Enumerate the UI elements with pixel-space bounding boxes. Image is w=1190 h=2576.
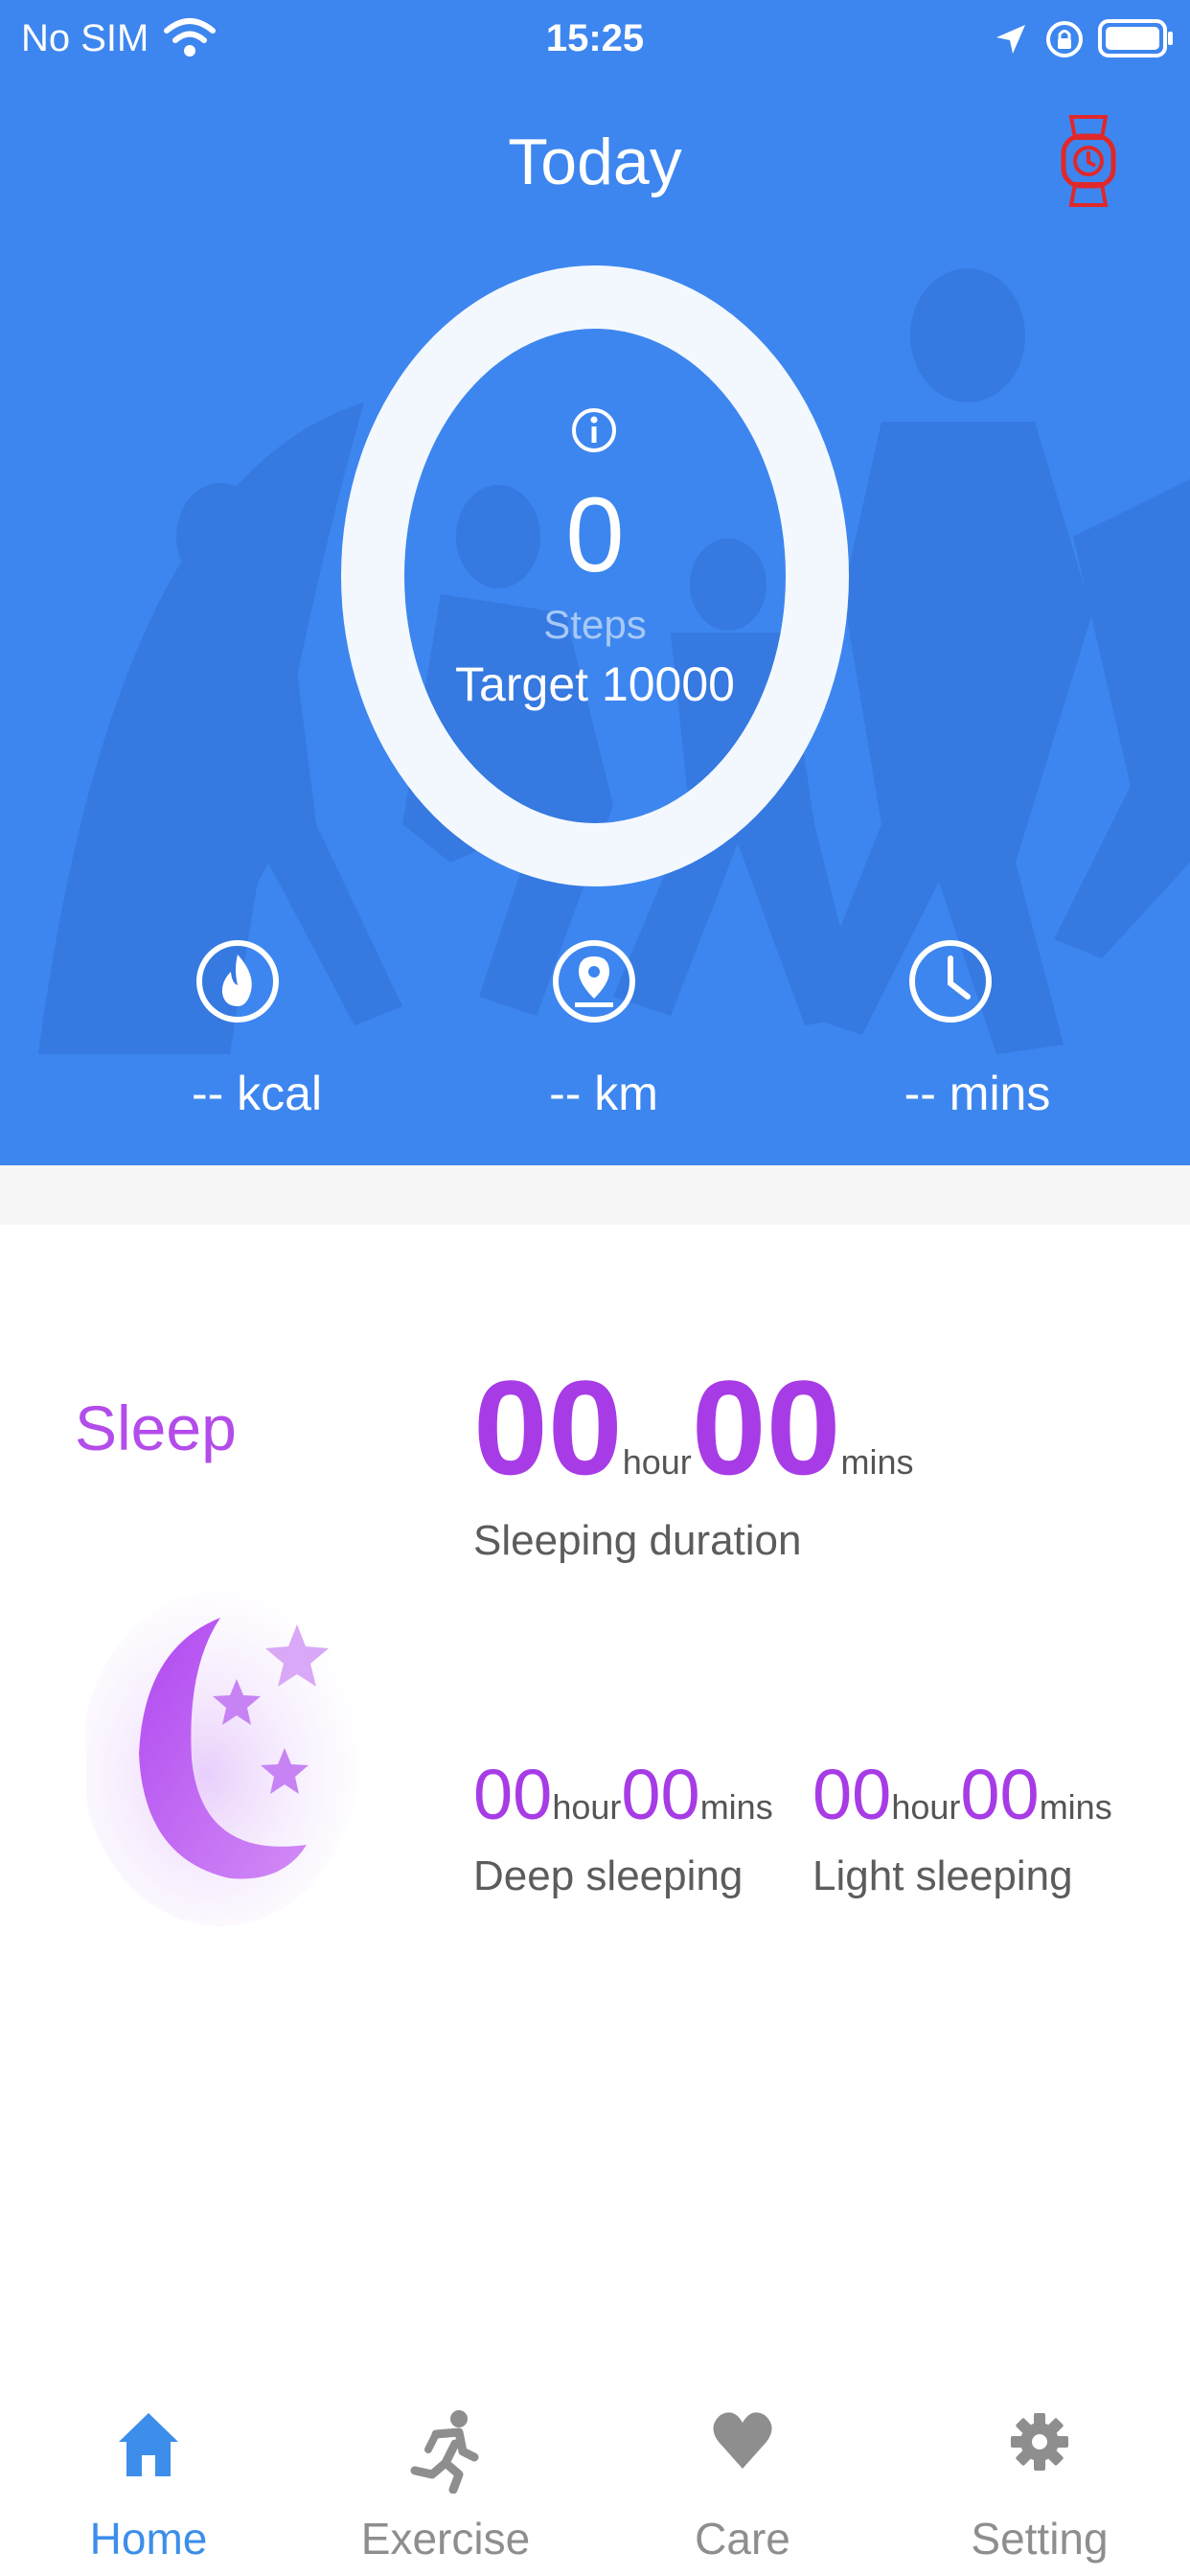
light-mins-unit: mins [1039, 1787, 1112, 1827]
gear-icon [1011, 2413, 1068, 2471]
deep-mins: 00 [621, 1755, 700, 1834]
status-bar: No SIM 15:25 [0, 0, 1190, 80]
sleep-title[interactable]: Sleep [75, 1392, 237, 1464]
duration-mins: 00 [691, 1352, 841, 1503]
light-sleep-caption: Light sleeping [812, 1852, 1073, 1899]
sleep-duration: 00hour00mins [473, 1361, 914, 1495]
battery-icon [1098, 19, 1173, 58]
steps-target: Target 10000 [455, 657, 735, 711]
light-sleep-value: 00hour00mins [812, 1754, 1112, 1835]
moon-stars-icon [86, 1591, 359, 1926]
light-hours: 00 [812, 1755, 892, 1834]
tab-exercise[interactable]: Exercise [297, 2386, 594, 2576]
calories-value: -- kcal [191, 1067, 323, 1120]
tab-setting-label: Setting [971, 2514, 1109, 2564]
light-mins: 00 [960, 1755, 1040, 1834]
location-arrow-icon [996, 25, 1025, 54]
today-header-panel: No SIM 15:25 Today 0 Steps Target 10000 … [0, 0, 1190, 1165]
tab-care-label: Care [695, 2514, 790, 2564]
duration-hours: 00 [473, 1352, 623, 1503]
sleep-duration-caption: Sleeping duration [473, 1517, 802, 1564]
deep-hour-unit: hour [552, 1787, 622, 1827]
deep-hours: 00 [473, 1755, 553, 1834]
steps-label: Steps [543, 602, 647, 647]
duration-mins-unit: mins [840, 1442, 914, 1482]
info-icon[interactable] [569, 405, 619, 455]
duration-value: -- mins [904, 1067, 1051, 1120]
tab-exercise-label: Exercise [360, 2514, 531, 2564]
steps-count: 0 [565, 476, 625, 594]
home-icon [119, 2413, 178, 2476]
tab-bar: Home Exercise Care Setting [0, 2386, 1190, 2576]
clock-icon [909, 940, 992, 1023]
page-title: Today [508, 126, 682, 198]
tab-home[interactable]: Home [0, 2386, 297, 2576]
flame-icon [196, 940, 279, 1023]
running-icon [410, 2410, 479, 2494]
light-hour-unit: hour [891, 1787, 961, 1827]
watch-icon[interactable] [1058, 113, 1119, 209]
tab-setting[interactable]: Setting [891, 2386, 1188, 2576]
tab-home-label: Home [89, 2514, 208, 2564]
distance-value: -- km [549, 1067, 658, 1120]
deep-sleep-caption: Deep sleeping [473, 1852, 744, 1899]
deep-mins-unit: mins [699, 1787, 773, 1827]
location-pin-icon [553, 940, 635, 1023]
section-divider [0, 1165, 1190, 1225]
duration-hour-unit: hour [622, 1442, 692, 1482]
deep-sleep-value: 00hour00mins [473, 1754, 773, 1835]
orientation-lock-icon [1046, 21, 1083, 58]
tab-care[interactable]: Care [594, 2386, 891, 2576]
heart-icon [713, 2412, 772, 2469]
